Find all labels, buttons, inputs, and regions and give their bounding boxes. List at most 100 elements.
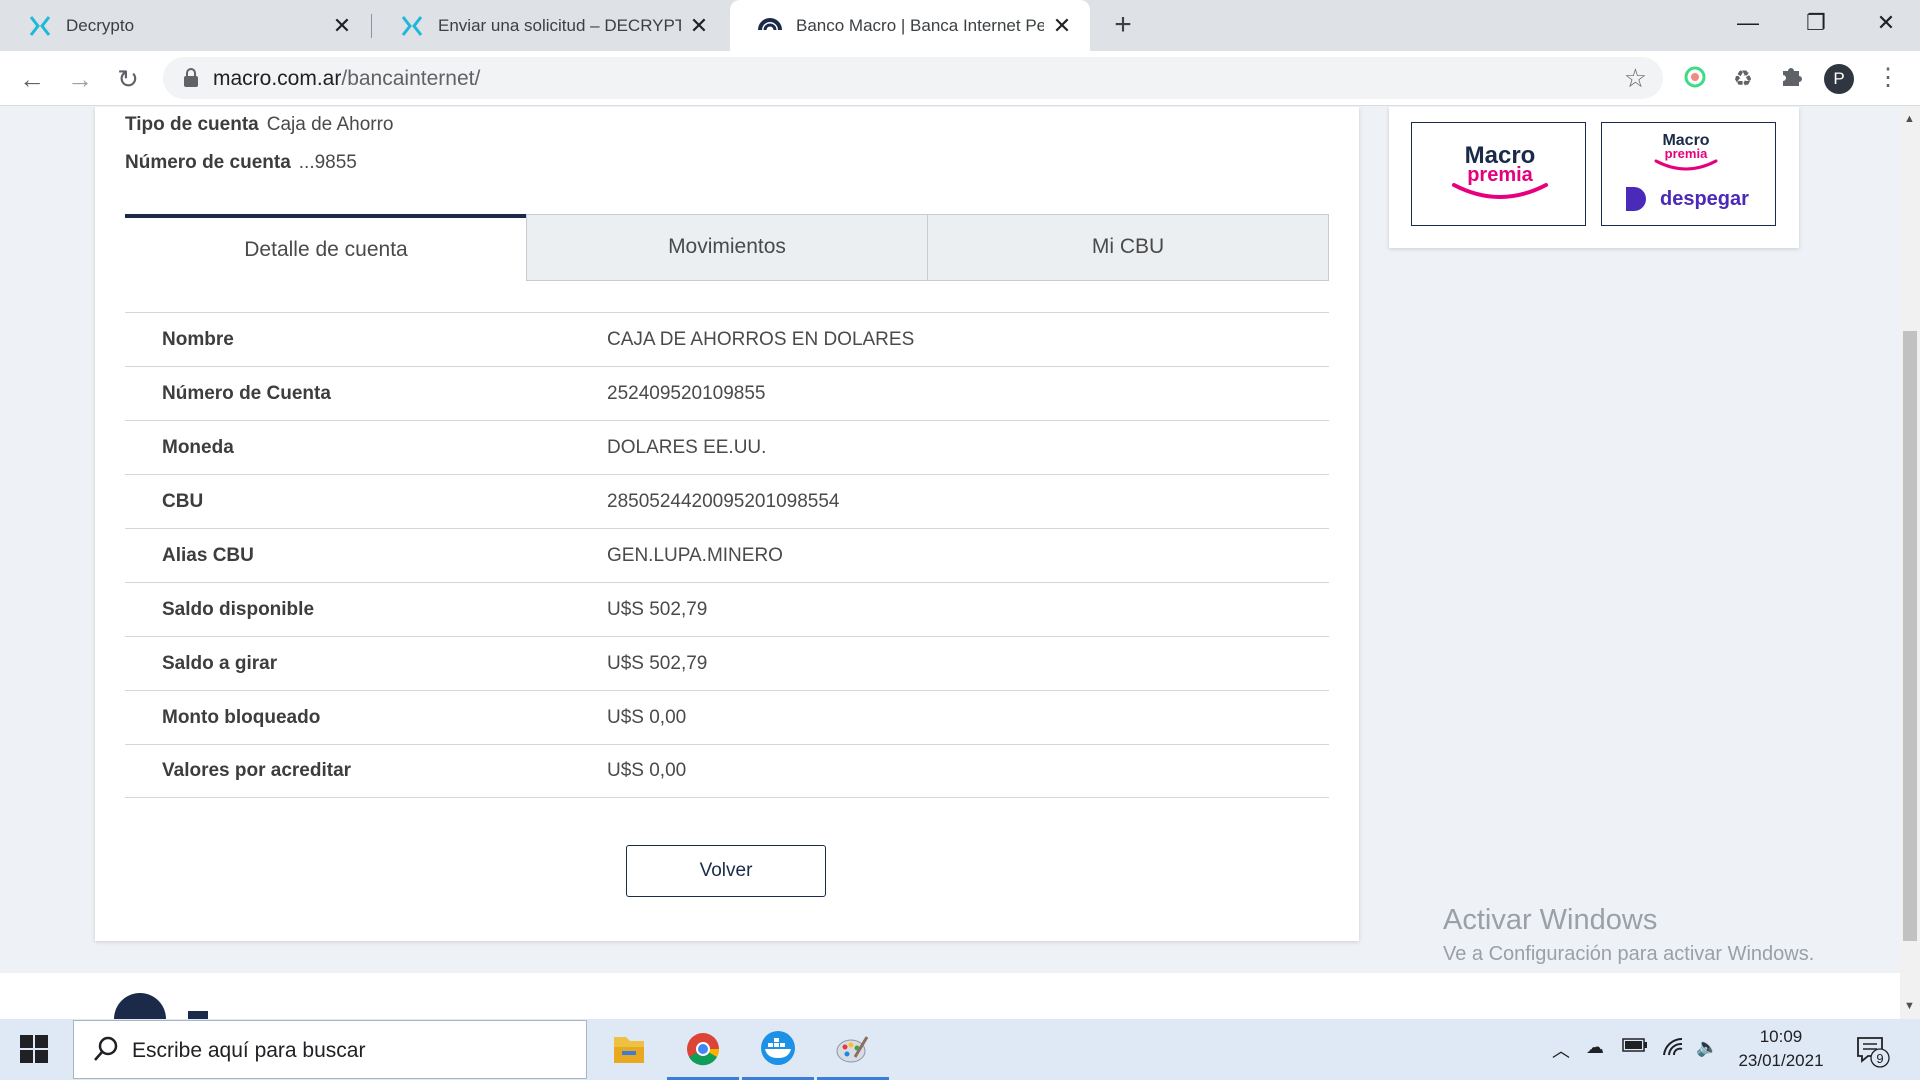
paint-palette-icon (836, 1036, 869, 1063)
tab-title: Enviar una solicitud – DECRYPTO (438, 15, 681, 35)
window-close-icon[interactable]: ✕ (1866, 6, 1906, 40)
restore-icon[interactable]: ❐ (1796, 6, 1836, 40)
decrypto-favicon-icon (29, 15, 51, 36)
tab-movimientos[interactable]: Movimientos (526, 214, 928, 281)
table-row: Valores por acreditar U$S 0,00 (125, 744, 1329, 798)
decrypto-favicon-icon (401, 15, 423, 36)
reload-icon[interactable]: ↻ (112, 63, 144, 95)
table-row: Alias CBU GEN.LUPA.MINERO (125, 528, 1329, 582)
table-row: Nombre CAJA DE AHORROS EN DOLARES (125, 312, 1329, 366)
row-label: Monto bloqueado (162, 706, 321, 728)
row-label: Saldo disponible (162, 598, 315, 620)
macro-favicon-icon (758, 17, 782, 30)
browser-tab-decrypto[interactable]: Decrypto ✕ (0, 0, 370, 51)
row-label: Número de Cuenta (162, 382, 331, 404)
show-hidden-icons-chevron-icon[interactable]: ︿ (1552, 1037, 1570, 1063)
close-icon[interactable]: ✕ (1052, 14, 1072, 36)
promo1-line2: premia (1467, 164, 1533, 186)
page-footer (0, 973, 1900, 1019)
forward-arrow-icon[interactable]: → (64, 63, 96, 95)
notification-count: 9 (1876, 1051, 1883, 1066)
url-path: /bancainternet/ (341, 67, 481, 90)
search-placeholder: Escribe aquí para buscar (132, 1039, 366, 1062)
footer-logo-icon (114, 993, 208, 1019)
account-number-label: Número de cuenta (125, 152, 291, 173)
page-viewport: Tipo de cuenta Caja de Ahorro Número de c… (0, 107, 1900, 1019)
menu-kebab-icon[interactable]: ⋮ (1876, 63, 1900, 92)
back-arrow-icon[interactable]: ← (16, 63, 48, 95)
page-scrollbar[interactable]: ▲ ▼ (1900, 107, 1920, 1019)
volume-speaker-icon[interactable]: 🔈 (1696, 1037, 1718, 1058)
docker-whale-icon (761, 1031, 795, 1065)
account-number-line: Número de cuenta ...9855 (125, 152, 357, 174)
close-icon[interactable]: ✕ (332, 14, 352, 36)
row-value: 2850524420095201098554 (607, 490, 840, 512)
windows-activation-watermark: Activar Windows Ve a Configuración para … (1443, 904, 1814, 966)
taskbar-clock[interactable]: 10:09 23/01/2021 (1736, 1025, 1826, 1073)
wifi-icon[interactable] (1662, 1037, 1684, 1062)
profile-avatar[interactable]: P (1824, 64, 1854, 94)
row-value: U$S 0,00 (607, 706, 687, 728)
row-value: CAJA DE AHORROS EN DOLARES (607, 328, 915, 350)
lock-icon (184, 68, 198, 87)
puzzle-extensions-icon[interactable] (1777, 65, 1805, 93)
taskbar-search-input[interactable]: Escribe aquí para buscar (73, 1020, 587, 1079)
docker-app[interactable] (742, 1019, 814, 1080)
account-type-value: Caja de Ahorro (266, 114, 394, 135)
table-row: Saldo a girar U$S 502,79 (125, 636, 1329, 690)
address-bar[interactable]: macro.com.ar/bancainternet/ ☆ (163, 57, 1663, 99)
bookmark-star-icon[interactable]: ☆ (1624, 63, 1647, 94)
url-host: macro.com.ar (213, 67, 342, 90)
macro-premia-logo-icon: Macro premia (1452, 142, 1548, 199)
account-detail-table: Nombre CAJA DE AHORROS EN DOLARES Número … (125, 312, 1329, 798)
tab-mi-cbu[interactable]: Mi CBU (927, 214, 1329, 281)
table-row: Moneda DOLARES EE.UU. (125, 420, 1329, 474)
table-row: Saldo disponible U$S 502,79 (125, 582, 1329, 636)
browser-tab-banco-macro[interactable]: Banco Macro | Banca Internet Personas ✕ (730, 0, 1090, 51)
onedrive-cloud-icon[interactable]: ☁ (1586, 1037, 1604, 1058)
browser-toolbar: ← → ↻ macro.com.ar/bancainternet/ ☆ ♻ P … (0, 51, 1920, 106)
row-value: U$S 502,79 (607, 652, 708, 674)
extension-circle-icon[interactable] (1681, 65, 1709, 93)
action-center-notification-icon[interactable]: 9 (1856, 1036, 1890, 1073)
row-label: Moneda (162, 436, 234, 458)
browser-tab-bar: Decrypto ✕ Enviar una solicitud – DECRYP… (0, 0, 1920, 51)
row-value: U$S 0,00 (607, 760, 687, 781)
chrome-app[interactable] (667, 1019, 739, 1080)
tab-detalle-de-cuenta[interactable]: Detalle de cuenta (125, 214, 527, 281)
row-label: Nombre (162, 328, 234, 350)
windows-taskbar: Escribe aquí para buscar ︿ ☁ 🔈 10:09 23/… (0, 1019, 1920, 1080)
file-explorer-app[interactable] (592, 1019, 664, 1080)
chrome-icon (687, 1033, 720, 1066)
promo2-line2: premia (1665, 146, 1708, 161)
battery-icon[interactable] (1622, 1037, 1648, 1058)
clock-date: 23/01/2021 (1738, 1051, 1824, 1070)
browser-tab-enviar-solicitud[interactable]: Enviar una solicitud – DECRYPTO ✕ (372, 0, 727, 51)
account-type-label: Tipo de cuenta (125, 114, 259, 135)
folder-icon (614, 1037, 644, 1063)
recycle-extension-icon[interactable]: ♻ (1729, 65, 1757, 93)
tab-title: Banco Macro | Banca Internet Personas (796, 15, 1044, 35)
scroll-down-arrow-icon[interactable]: ▼ (1904, 1000, 1915, 1012)
windows-start-icon[interactable] (20, 1035, 48, 1063)
despegar-promo-logo-icon: Macro premia despegar (1626, 132, 1749, 211)
close-icon[interactable]: ✕ (689, 14, 709, 36)
row-label: CBU (162, 490, 204, 512)
table-row: CBU 2850524420095201098554 (125, 474, 1329, 528)
row-label: Valores por acreditar (162, 760, 352, 781)
account-detail-card: Tipo de cuenta Caja de Ahorro Número de c… (95, 107, 1359, 941)
account-type-line: Tipo de cuenta Caja de Ahorro (125, 114, 393, 136)
account-tabs: Detalle de cuenta Movimientos Mi CBU (125, 214, 1329, 281)
volver-button[interactable]: Volver (626, 845, 826, 897)
new-tab-plus-icon[interactable]: + (1108, 10, 1138, 40)
paint-app[interactable] (817, 1019, 889, 1080)
table-row: Número de Cuenta 252409520109855 (125, 366, 1329, 420)
scroll-up-arrow-icon[interactable]: ▲ (1904, 113, 1915, 125)
macro-premia-promo[interactable]: Macro premia (1411, 122, 1586, 226)
search-icon (94, 1036, 118, 1061)
macro-premia-despegar-promo[interactable]: Macro premia despegar (1601, 122, 1776, 226)
minimize-icon[interactable]: — (1728, 6, 1768, 40)
scrollbar-thumb[interactable] (1903, 331, 1917, 941)
account-number-value: ...9855 (298, 152, 357, 173)
table-row: Monto bloqueado U$S 0,00 (125, 690, 1329, 744)
